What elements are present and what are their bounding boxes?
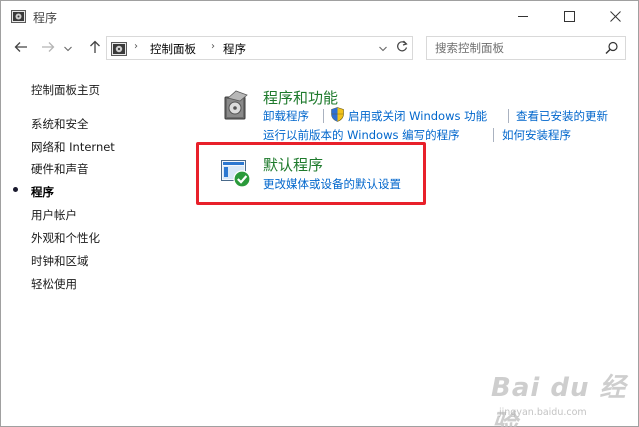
breadcrumb-programs[interactable]: 程序	[223, 41, 246, 57]
chevron-down-icon	[379, 41, 387, 55]
maximize-icon	[563, 10, 575, 22]
control-panel-icon	[111, 41, 127, 56]
breadcrumb-control-panel[interactable]: 控制面板	[150, 41, 196, 57]
arrow-right-icon	[41, 41, 55, 56]
search-box[interactable]	[426, 36, 626, 60]
up-button[interactable]	[84, 36, 106, 60]
search-input[interactable]	[435, 40, 595, 56]
shield-icon	[331, 107, 344, 125]
sidebar-item-network-internet[interactable]: 网络和 Internet	[31, 139, 115, 155]
minimize-icon	[517, 11, 529, 22]
sidebar-item-hardware-sound[interactable]: 硬件和声音	[31, 161, 89, 177]
sidebar-item-clock-region[interactable]: 时钟和区域	[31, 253, 89, 269]
sidebar-item-programs[interactable]: 程序	[31, 184, 54, 200]
how-to-install-link[interactable]: 如何安装程序	[502, 127, 571, 143]
sidebar-item-system-security[interactable]: 系统和安全	[31, 116, 89, 132]
arrow-up-icon	[89, 40, 101, 57]
run-older-programs-link[interactable]: 运行以前版本的 Windows 编写的程序	[263, 127, 460, 143]
watermark: Bai du 经验 jingyan.baidu.com	[491, 367, 638, 427]
sidebar-item-control-panel-home[interactable]: 控制面板主页	[31, 82, 100, 98]
windows-features-link[interactable]: 启用或关闭 Windows 功能	[348, 108, 487, 124]
arrow-left-icon	[14, 41, 28, 56]
control-panel-window: 程序 › 控制面板 › 程序 搜索控制面板 控制面板主页 系统和安全 网络和 I…	[0, 0, 639, 427]
refresh-button[interactable]	[393, 37, 411, 59]
minimize-button[interactable]	[500, 1, 546, 31]
address-bar[interactable]: › 控制面板 › 程序	[106, 36, 413, 60]
chevron-right-icon[interactable]: ›	[211, 41, 215, 52]
installed-updates-link[interactable]: 查看已安装的更新	[516, 108, 608, 124]
sidebar-item-appearance[interactable]: 外观和个性化	[31, 230, 100, 246]
link-separator	[323, 109, 324, 123]
chevron-down-icon	[64, 41, 72, 55]
navigation-bar: › 控制面板 › 程序	[1, 34, 638, 62]
title-bar[interactable]: 程序	[1, 1, 638, 31]
programs-features-title[interactable]: 程序和功能	[263, 87, 338, 108]
watermark-brand: Bai du 经验	[491, 373, 627, 427]
chevron-right-icon: ›	[134, 41, 138, 52]
current-page-bullet	[13, 187, 18, 192]
close-icon	[609, 10, 621, 22]
back-button[interactable]	[10, 36, 32, 60]
sidebar-item-ease-of-access[interactable]: 轻松使用	[31, 276, 77, 292]
programs-features-icon[interactable]	[222, 89, 250, 124]
sidebar-item-user-accounts[interactable]: 用户帐户	[31, 207, 77, 223]
search-icon[interactable]	[605, 41, 619, 58]
recent-locations-button[interactable]	[61, 36, 75, 60]
forward-button[interactable]	[37, 36, 59, 60]
watermark-url: jingyan.baidu.com	[499, 407, 587, 418]
window-title: 程序	[33, 11, 58, 25]
uninstall-program-link[interactable]: 卸载程序	[263, 108, 309, 124]
link-separator	[508, 109, 509, 123]
address-dropdown-button[interactable]	[376, 37, 390, 59]
refresh-icon	[396, 40, 408, 56]
close-button[interactable]	[592, 1, 638, 31]
link-separator	[493, 128, 494, 142]
highlight-box	[196, 142, 426, 205]
control-panel-icon	[11, 9, 26, 23]
maximize-button[interactable]	[546, 1, 592, 31]
